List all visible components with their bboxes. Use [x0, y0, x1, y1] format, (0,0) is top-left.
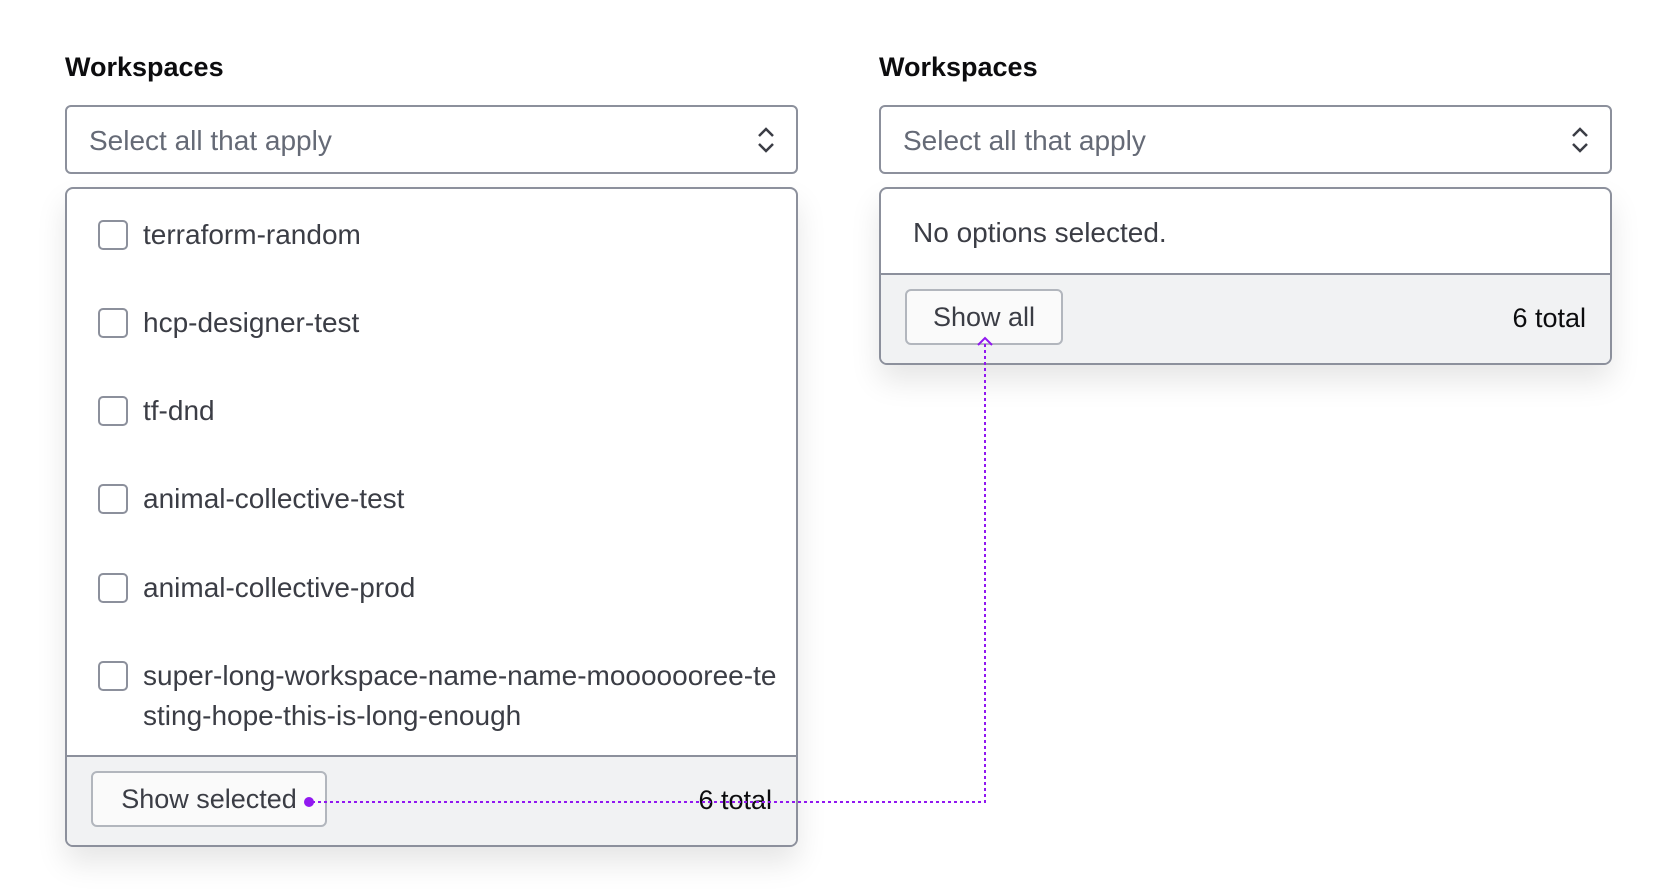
- arrow-up-icon: [977, 336, 993, 346]
- flow-connector: [304, 336, 993, 807]
- connector-line: [312, 342, 986, 803]
